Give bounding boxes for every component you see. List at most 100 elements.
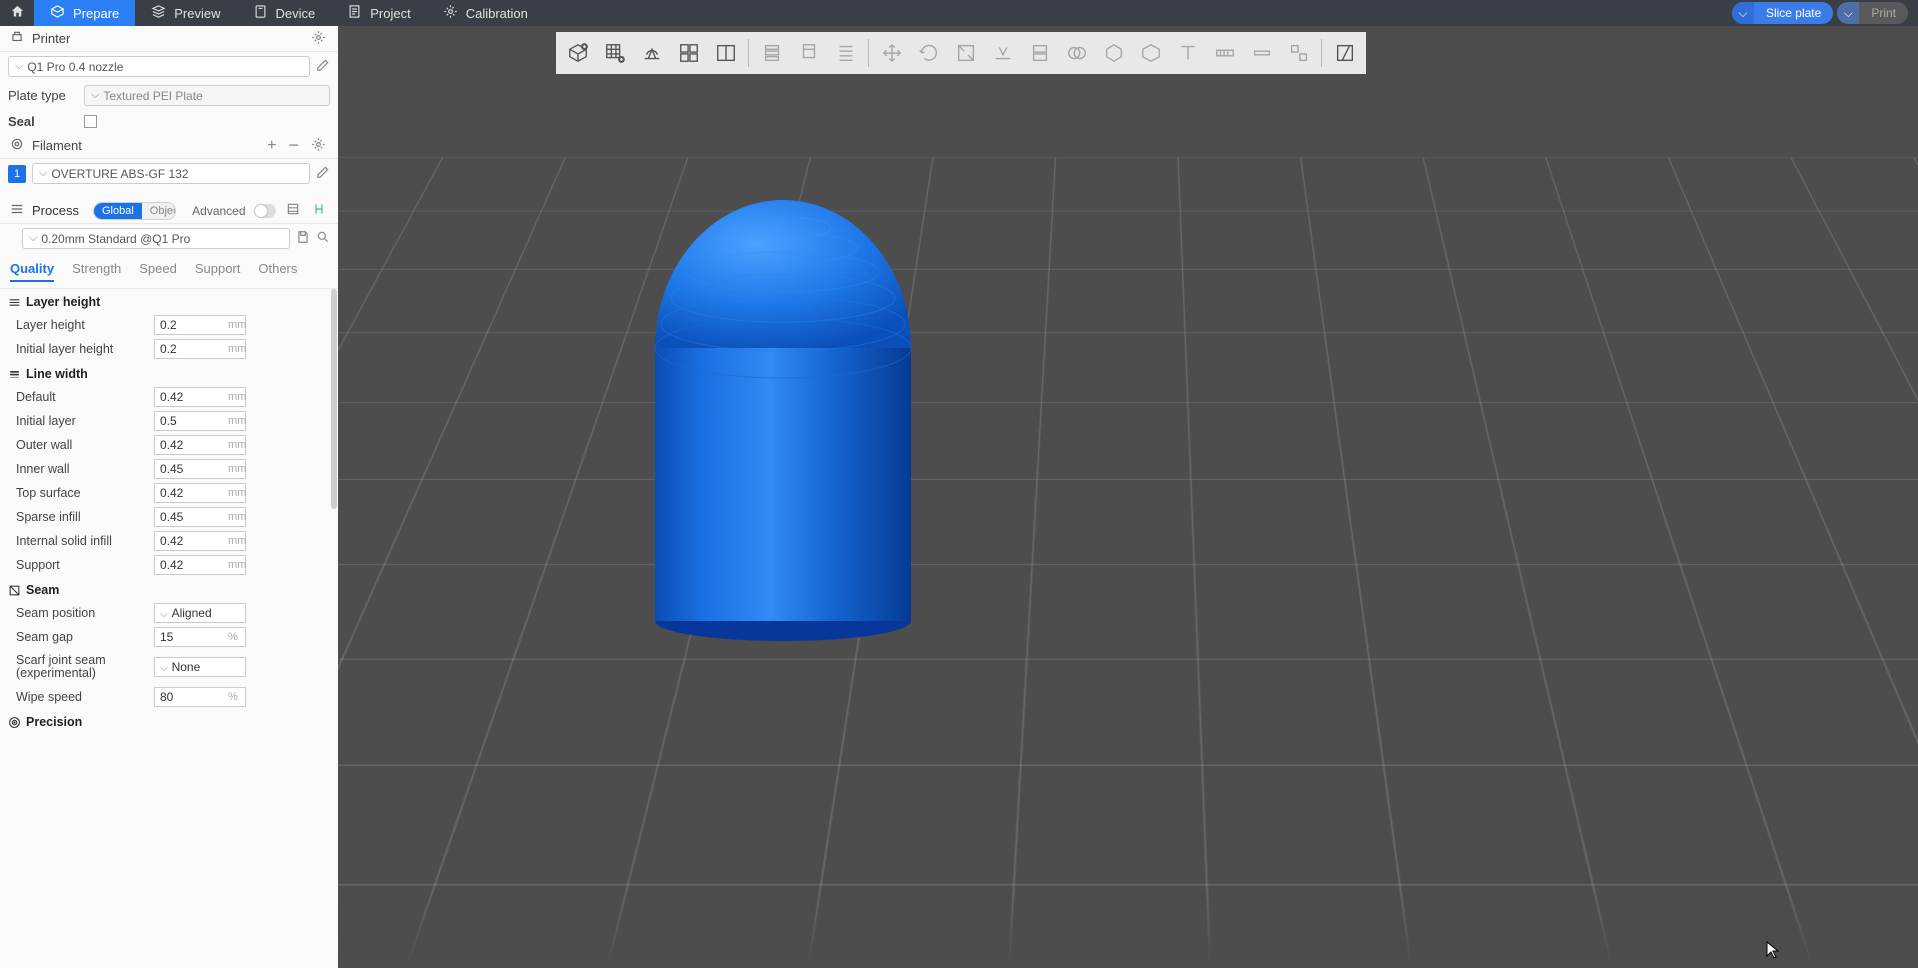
filament-settings-gear-icon[interactable] <box>309 135 328 157</box>
process-tab-strength[interactable]: Strength <box>72 261 121 282</box>
process-section-header: Process Global Objects Advanced <box>0 198 338 224</box>
param-inner-wall: Inner wall0.45mm <box>0 457 338 481</box>
auto-orient-icon[interactable] <box>633 35 670 71</box>
add-plate-icon[interactable] <box>596 35 633 71</box>
slice-plate-label: Slice plate <box>1754 6 1833 20</box>
printer-section-header: Printer <box>0 26 338 52</box>
param-initial-layer-height: Initial layer height0.2mm <box>0 337 338 361</box>
filament-title: Filament <box>32 138 257 153</box>
process-tab-speed[interactable]: Speed <box>139 261 177 282</box>
assembly-view-icon[interactable] <box>1326 35 1363 71</box>
param-outer-wall: Outer wall0.42mm <box>0 433 338 457</box>
param-top-surface: Top surface0.42mm <box>0 481 338 505</box>
filament-remove-icon[interactable]: − <box>286 133 301 158</box>
tab-calibration[interactable]: Calibration <box>427 0 544 26</box>
process-tab-quality[interactable]: Quality <box>10 261 54 282</box>
process-tab-support[interactable]: Support <box>195 261 241 282</box>
split-icon[interactable] <box>707 35 744 71</box>
filament-section-header: Filament + − <box>0 133 338 159</box>
paint-support-icon <box>790 35 827 71</box>
scrollbar-thumb[interactable] <box>331 289 337 509</box>
viewport-toolbar <box>556 32 1366 74</box>
process-compare-icon[interactable] <box>310 200 328 221</box>
printer-icon <box>10 30 24 47</box>
assembly-icon <box>1280 35 1317 71</box>
slice-dropdown-chevron[interactable]: ⌵ <box>1732 2 1754 24</box>
process-tabs: Quality Strength Speed Support Others <box>0 253 338 289</box>
support-painting-icon <box>1095 35 1132 71</box>
advanced-toggle[interactable] <box>254 204 276 218</box>
slice-plate-button[interactable]: ⌵ Slice plate <box>1732 2 1833 24</box>
home-button[interactable] <box>0 0 34 26</box>
color-painting-icon <box>1132 35 1169 71</box>
tab-preview[interactable]: Preview <box>135 0 236 26</box>
cube-layers-icon <box>50 4 65 22</box>
process-list-icon[interactable] <box>284 200 302 221</box>
printer-preset-edit-icon[interactable] <box>316 58 330 75</box>
tab-prepare[interactable]: Prepare <box>34 0 135 26</box>
device-icon <box>253 4 268 22</box>
tab-project[interactable]: Project <box>331 0 426 26</box>
param-default: Default0.42mm <box>0 385 338 409</box>
seal-label: Seal <box>8 114 78 129</box>
param-input[interactable]: None <box>154 657 246 677</box>
param-scarf-joint-seam-experimental-: Scarf joint seam (experimental)None <box>0 649 338 685</box>
global-objects-toggle[interactable]: Global Objects <box>93 202 176 220</box>
cursor-icon <box>1766 941 1780 964</box>
process-tab-others[interactable]: Others <box>258 261 297 282</box>
plate-type-select[interactable]: Textured PEI Plate <box>84 85 330 106</box>
plate-type-label: Plate type <box>8 88 78 103</box>
cut-icon <box>1021 35 1058 71</box>
advanced-label: Advanced <box>192 204 245 218</box>
param-input[interactable]: Aligned <box>154 603 246 623</box>
filament-add-icon[interactable]: + <box>265 135 278 157</box>
printer-title: Printer <box>32 31 301 46</box>
arrange-icon[interactable] <box>670 35 707 71</box>
stack-icon <box>151 4 166 22</box>
assembly-minus-icon <box>1243 35 1280 71</box>
filament-select[interactable]: OVERTURE ABS-GF 132 <box>32 163 310 184</box>
mesh-boolean-icon <box>1058 35 1095 71</box>
model-object[interactable] <box>643 176 923 646</box>
group-header-line-width[interactable]: Line width <box>0 361 338 385</box>
settings-sidebar: Printer Q1 Pro 0.4 nozzle Plate type Tex… <box>0 26 338 968</box>
note-icon <box>347 4 362 22</box>
process-icon <box>10 202 24 219</box>
filament-color-badge[interactable]: 1 <box>8 165 26 183</box>
param-sparse-infill: Sparse infill0.45mm <box>0 505 338 529</box>
param-layer-height: Layer height0.2mm <box>0 313 338 337</box>
param-seam-gap: Seam gap15% <box>0 625 338 649</box>
group-header-precision[interactable]: Precision <box>0 709 338 733</box>
param-seam-position: Seam positionAligned <box>0 601 338 625</box>
group-header-seam[interactable]: Seam <box>0 577 338 601</box>
3d-viewport[interactable] <box>338 26 1918 968</box>
parameter-panel: Layer heightLayer height0.2mmInitial lay… <box>0 289 338 968</box>
print-label: Print <box>1859 6 1908 20</box>
gear-icon <box>443 4 458 22</box>
tab-device[interactable]: Device <box>237 0 332 26</box>
process-preset-select[interactable]: 0.20mm Standard @Q1 Pro <box>22 228 290 249</box>
seal-checkbox[interactable] <box>84 115 97 128</box>
scale-icon <box>947 35 984 71</box>
process-title: Process <box>32 203 79 218</box>
printer-preset-select[interactable]: Q1 Pro 0.4 nozzle <box>8 56 310 77</box>
home-icon <box>10 4 25 22</box>
process-save-icon[interactable] <box>296 230 310 247</box>
process-search-icon[interactable] <box>316 230 330 247</box>
add-cube-icon[interactable] <box>559 35 596 71</box>
filament-edit-icon[interactable] <box>316 165 330 182</box>
print-dropdown-chevron[interactable]: ⌵ <box>1837 2 1859 24</box>
printer-settings-gear-icon[interactable] <box>309 28 328 50</box>
rotate-icon <box>910 35 947 71</box>
flatten-icon <box>984 35 1021 71</box>
top-menu-bar: PreparePreviewDeviceProjectCalibration ⌵… <box>0 0 1918 26</box>
group-header-layer-height[interactable]: Layer height <box>0 289 338 313</box>
param-support: Support0.42mm <box>0 553 338 577</box>
variable-layer-icon <box>753 35 790 71</box>
print-button[interactable]: ⌵ Print <box>1837 2 1908 24</box>
text-icon <box>1169 35 1206 71</box>
measure-icon <box>1206 35 1243 71</box>
param-internal-solid-infill: Internal solid infill0.42mm <box>0 529 338 553</box>
param-wipe-speed: Wipe speed80% <box>0 685 338 709</box>
filament-icon <box>10 137 24 154</box>
